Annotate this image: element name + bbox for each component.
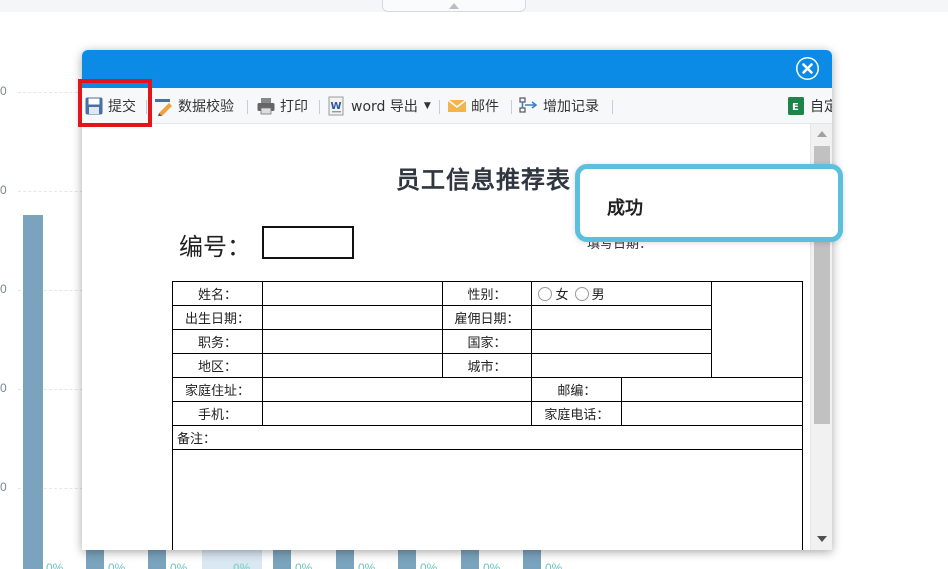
report-toolbar: 提交 数据校验 打印 W word 导出 ▼ 邮件 增加记录 E 自 — [82, 88, 832, 124]
scroll-down-arrow-icon[interactable] — [817, 536, 827, 542]
female-radio[interactable] — [538, 287, 553, 301]
svg-text:W: W — [331, 101, 342, 112]
bar-label: 0% — [420, 561, 438, 569]
report-dialog: 提交 数据校验 打印 W word 导出 ▼ 邮件 增加记录 E 自 员工信息推… — [82, 50, 832, 550]
gender-label: 性别： — [441, 281, 533, 306]
toolbar-divider — [612, 100, 613, 114]
scroll-up-arrow-icon[interactable] — [817, 131, 827, 137]
chart-bar — [336, 548, 354, 569]
pencil-ruler-icon — [155, 99, 172, 116]
notes-label: 备注： — [172, 425, 803, 450]
name-label: 姓名： — [172, 281, 263, 306]
toolbar-divider — [247, 100, 248, 114]
mobile-label: 手机： — [172, 401, 263, 426]
position-label: 职务： — [172, 329, 263, 354]
add-record-label: 增加记录 — [543, 99, 599, 115]
address-label: 家庭住址： — [172, 377, 263, 402]
bar-label: 0% — [545, 561, 563, 569]
country-input[interactable] — [531, 329, 713, 354]
toast-message: 成功 — [607, 198, 643, 219]
validate-data-label: 数据校验 — [178, 99, 234, 115]
y-tick: 0 — [0, 282, 7, 296]
dialog-header — [82, 50, 832, 88]
printer-icon — [257, 98, 275, 115]
toolbar-divider — [439, 100, 440, 114]
y-tick: 0 — [0, 480, 7, 494]
chart-bar — [148, 548, 166, 569]
region-input[interactable] — [261, 353, 443, 378]
female-label: 女 — [555, 288, 569, 303]
gender-options: 女 男 — [531, 281, 713, 306]
validate-data-button[interactable]: 数据校验 — [154, 95, 234, 117]
city-input[interactable] — [531, 353, 713, 378]
chart-bar — [23, 215, 43, 569]
close-button[interactable] — [796, 57, 819, 80]
photo-cell — [711, 281, 803, 378]
add-record-button[interactable]: 增加记录 — [519, 95, 599, 117]
form-title: 员工信息推荐表 — [396, 166, 571, 194]
postcode-label: 邮编： — [531, 377, 623, 402]
print-button[interactable]: 打印 — [256, 95, 308, 117]
chevron-down-icon: ▼ — [423, 101, 431, 111]
postcode-input[interactable] — [621, 377, 803, 402]
bar-label: 0% — [483, 561, 501, 569]
close-circle-icon — [797, 58, 818, 79]
chart-bar — [461, 548, 479, 569]
custom-button[interactable]: E 自定 — [786, 95, 832, 117]
chart-bar — [202, 548, 262, 569]
chart-bar — [273, 548, 291, 569]
country-label: 国家： — [441, 329, 533, 354]
success-toast: 成功 — [575, 164, 843, 242]
region-label: 地区： — [172, 353, 263, 378]
mail-icon — [447, 99, 467, 112]
word-icon: W — [328, 96, 344, 116]
notes-input[interactable] — [172, 449, 803, 550]
serial-label: 编号： — [179, 233, 251, 261]
bar-label: 0% — [170, 561, 188, 569]
custom-label: 自定 — [810, 99, 832, 115]
excel-icon: E — [788, 97, 804, 115]
submit-highlight-box — [78, 79, 152, 127]
toolbar-divider — [511, 100, 512, 114]
print-label: 打印 — [280, 99, 308, 115]
hire-date-input[interactable] — [531, 305, 713, 330]
mail-label: 邮件 — [471, 99, 499, 115]
bar-label: 0% — [46, 561, 64, 569]
birth-date-input[interactable] — [261, 305, 443, 330]
bar-label: 0% — [233, 561, 251, 569]
birth-date-label: 出生日期： — [172, 305, 263, 330]
bar-label: 0% — [295, 561, 313, 569]
word-export-label: word 导出 — [351, 99, 418, 115]
toolbar-divider — [319, 100, 320, 114]
male-label: 男 — [591, 288, 605, 303]
employee-form-table: 姓名： 性别： 女 男 出生日期： 雇佣日期： 职务： 国家： 地区： 城市： … — [172, 281, 803, 550]
y-tick: 0 — [0, 183, 7, 197]
name-input[interactable] — [261, 281, 443, 306]
mobile-input[interactable] — [261, 401, 533, 426]
y-tick: 0 — [0, 84, 7, 98]
chart-bar — [523, 548, 541, 569]
chart-bar — [398, 548, 416, 569]
y-tick: 0 — [0, 381, 7, 395]
bar-label: 0% — [108, 561, 126, 569]
hire-date-label: 雇佣日期： — [441, 305, 533, 330]
serial-input[interactable] — [262, 226, 354, 259]
chart-bar — [86, 548, 104, 569]
svg-text:E: E — [792, 102, 799, 113]
home-phone-label: 家庭电话： — [531, 401, 623, 426]
word-export-dropdown[interactable]: W word 导出 ▼ — [327, 95, 431, 117]
grid-line — [18, 191, 88, 192]
home-phone-input[interactable] — [621, 401, 803, 426]
add-record-icon — [519, 97, 538, 113]
male-radio[interactable] — [574, 287, 589, 301]
bar-label: 0% — [358, 561, 376, 569]
city-label: 城市： — [441, 353, 533, 378]
mail-button[interactable]: 邮件 — [447, 95, 499, 117]
address-input[interactable] — [261, 377, 533, 402]
position-input[interactable] — [261, 329, 443, 354]
